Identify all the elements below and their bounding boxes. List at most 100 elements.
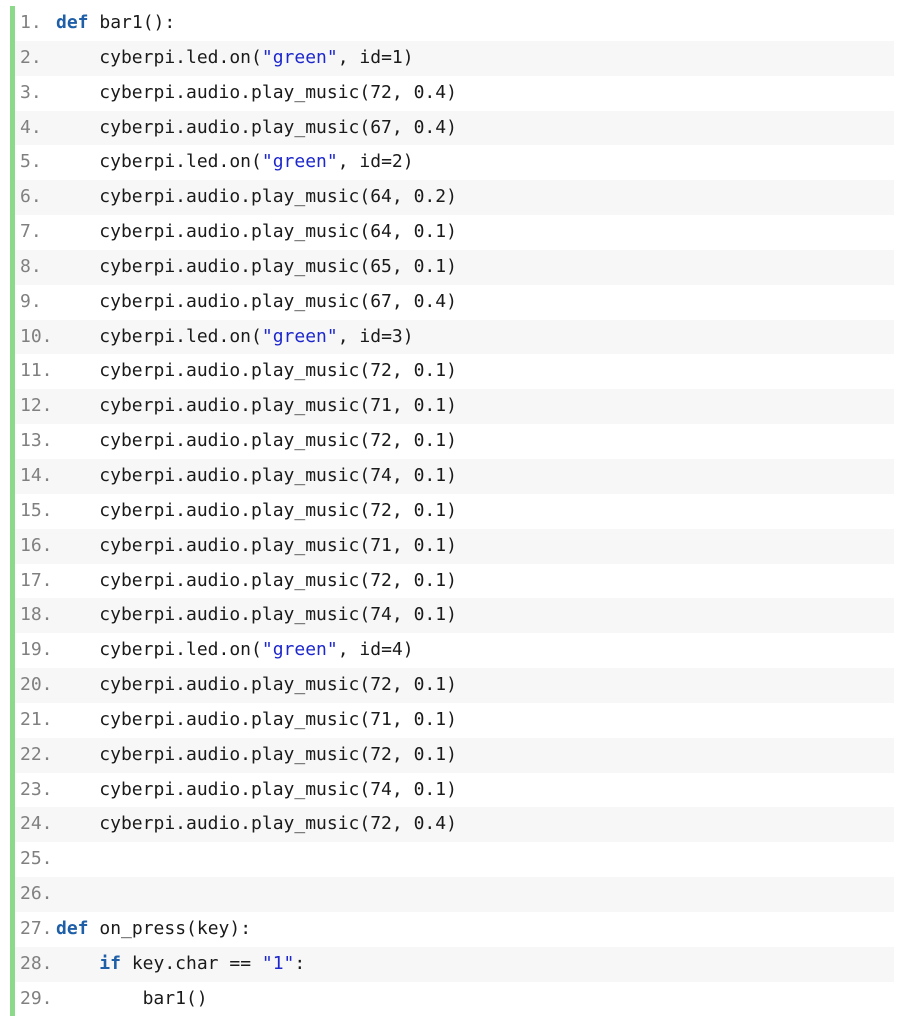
code-text: cyberpi.audio.play_music(71, 0.1) [99, 389, 457, 424]
code-line: 17. cyberpi.audio.play_music(72, 0.1) [15, 564, 894, 599]
code-line: 26. [15, 877, 894, 912]
code-line: 25. [15, 842, 894, 877]
line-number: 11. [20, 360, 53, 382]
code-line: 4. cyberpi.audio.play_music(67, 0.4) [15, 110, 894, 146]
code-text: if key.char == "1": [99, 947, 305, 982]
code-text: cyberpi.audio.play_music(74, 0.1) [99, 598, 457, 633]
line-number: 10. [20, 325, 53, 347]
code-text: cyberpi.audio.play_music(74, 0.1) [99, 773, 457, 808]
code-token: , id=3) [337, 325, 414, 347]
keyword-token: def [56, 12, 89, 33]
code-token: , id=4) [337, 639, 414, 661]
line-number: 15. [20, 499, 53, 521]
line-number: 6. [20, 186, 42, 208]
code-line: 8. cyberpi.audio.play_music(65, 0.1) [15, 249, 894, 285]
code-text: cyberpi.audio.play_music(67, 0.4) [99, 111, 457, 146]
code-text: def bar1(): [56, 6, 175, 41]
line-number: 7. [20, 221, 42, 243]
code-token: cyberpi.audio.play_music(74, 0.1) [99, 778, 457, 800]
code-token: cyberpi.led.on( [99, 46, 262, 68]
code-token: cyberpi.audio.play_music(67, 0.4) [99, 116, 457, 138]
code-line: 9. cyberpi.audio.play_music(67, 0.4) [15, 285, 894, 320]
code-token: cyberpi.audio.play_music(71, 0.1) [99, 708, 457, 730]
code-token: cyberpi.audio.play_music(72, 0.4) [99, 813, 457, 835]
code-token: cyberpi.audio.play_music(65, 0.1) [99, 255, 457, 277]
line-number: 28. [20, 952, 53, 974]
code-text: cyberpi.led.on("green", id=3) [99, 320, 413, 355]
line-number: 1. [20, 12, 42, 33]
code-line: 19. cyberpi.led.on("green", id=4) [15, 633, 894, 668]
line-number: 20. [20, 674, 53, 696]
code-text: cyberpi.audio.play_music(72, 0.4) [99, 76, 457, 111]
code-token: cyberpi.led.on( [99, 325, 262, 347]
code-line: 28. if key.char == "1": [15, 946, 894, 982]
code-token: : [294, 952, 306, 974]
code-line: 10. cyberpi.led.on("green", id=3) [15, 319, 894, 355]
code-text: cyberpi.audio.play_music(72, 0.1) [99, 354, 457, 389]
line-number: 16. [20, 534, 53, 556]
code-line: 21. cyberpi.audio.play_music(71, 0.1) [15, 703, 894, 738]
code-text: cyberpi.led.on("green", id=1) [99, 41, 413, 76]
string-token: "green" [261, 151, 338, 173]
code-line: 15. cyberpi.audio.play_music(72, 0.1) [15, 494, 894, 529]
line-number: 27. [20, 917, 53, 939]
code-line: 22. cyberpi.audio.play_music(72, 0.1) [15, 737, 894, 773]
code-line: 2. cyberpi.led.on("green", id=1) [15, 40, 894, 76]
code-text: cyberpi.audio.play_music(67, 0.4) [99, 285, 457, 320]
line-number: 4. [20, 116, 42, 138]
code-line: 23. cyberpi.audio.play_music(74, 0.1) [15, 773, 894, 808]
line-number: 14. [20, 464, 53, 486]
line-number: 2. [20, 46, 42, 68]
code-text: cyberpi.led.on("green", id=4) [99, 633, 413, 668]
code-text: cyberpi.led.on("green", id=2) [99, 145, 413, 180]
code-line: 24. cyberpi.audio.play_music(72, 0.4) [15, 807, 894, 843]
keyword-token: def [56, 917, 89, 939]
code-text: def on_press(key): [56, 912, 251, 947]
code-line: 5. cyberpi.led.on("green", id=2) [15, 145, 894, 180]
line-number: 25. [20, 848, 53, 870]
code-token: , id=1) [337, 46, 414, 68]
code-token: on_press(key): [88, 917, 252, 939]
code-line: 13. cyberpi.audio.play_music(72, 0.1) [15, 424, 894, 459]
code-token: cyberpi.audio.play_music(74, 0.1) [99, 464, 457, 486]
code-token: cyberpi.audio.play_music(74, 0.1) [99, 604, 457, 626]
code-line: 3. cyberpi.audio.play_music(72, 0.4) [15, 76, 894, 111]
line-number: 3. [20, 81, 42, 103]
code-text: cyberpi.audio.play_music(72, 0.1) [99, 494, 457, 529]
code-text: cyberpi.audio.play_music(64, 0.1) [99, 215, 457, 250]
code-text: cyberpi.audio.play_music(72, 0.1) [99, 424, 457, 459]
line-number: 12. [20, 395, 53, 417]
line-number: 24. [20, 813, 53, 835]
code-token: key.char == [120, 952, 262, 974]
string-token: "1" [261, 952, 295, 974]
line-number: 23. [20, 778, 53, 800]
code-text: bar1() [143, 982, 208, 1017]
code-line: 1. def bar1(): [15, 6, 894, 41]
line-number: 17. [20, 569, 53, 591]
code-text: cyberpi.audio.play_music(64, 0.2) [99, 180, 457, 215]
code-line: 14. cyberpi.audio.play_music(74, 0.1) [15, 458, 894, 494]
code-token: cyberpi.audio.play_music(72, 0.1) [99, 674, 457, 696]
code-token: cyberpi.audio.play_music(64, 0.1) [99, 221, 457, 243]
code-text: cyberpi.audio.play_music(65, 0.1) [99, 250, 457, 285]
line-number: 29. [20, 987, 53, 1009]
code-token: cyberpi.audio.play_music(67, 0.4) [99, 290, 457, 312]
code-text: cyberpi.audio.play_music(71, 0.1) [99, 703, 457, 738]
code-line: 11. cyberpi.audio.play_music(72, 0.1) [15, 354, 894, 389]
keyword-token: if [99, 952, 121, 974]
code-text: cyberpi.audio.play_music(72, 0.4) [99, 807, 457, 842]
code-text: cyberpi.audio.play_music(72, 0.1) [99, 668, 457, 703]
line-number: 19. [20, 639, 53, 661]
line-number: 26. [20, 883, 53, 905]
code-token: cyberpi.audio.play_music(71, 0.1) [99, 534, 457, 556]
string-token: "green" [261, 639, 338, 661]
line-number: 13. [20, 430, 53, 452]
code-text: cyberpi.audio.play_music(72, 0.1) [99, 738, 457, 773]
code-token: cyberpi.audio.play_music(72, 0.1) [99, 360, 457, 382]
code-line: 29. bar1() [15, 982, 894, 1017]
code-token: cyberpi.audio.play_music(72, 0.1) [99, 743, 457, 765]
code-line: 7. cyberpi.audio.play_music(64, 0.1) [15, 215, 894, 250]
line-number: 22. [20, 743, 53, 765]
code-token: cyberpi.audio.play_music(72, 0.4) [99, 81, 457, 103]
code-block: 1. def bar1(): 2. cyberpi.led.on("green", i… [10, 6, 894, 1017]
